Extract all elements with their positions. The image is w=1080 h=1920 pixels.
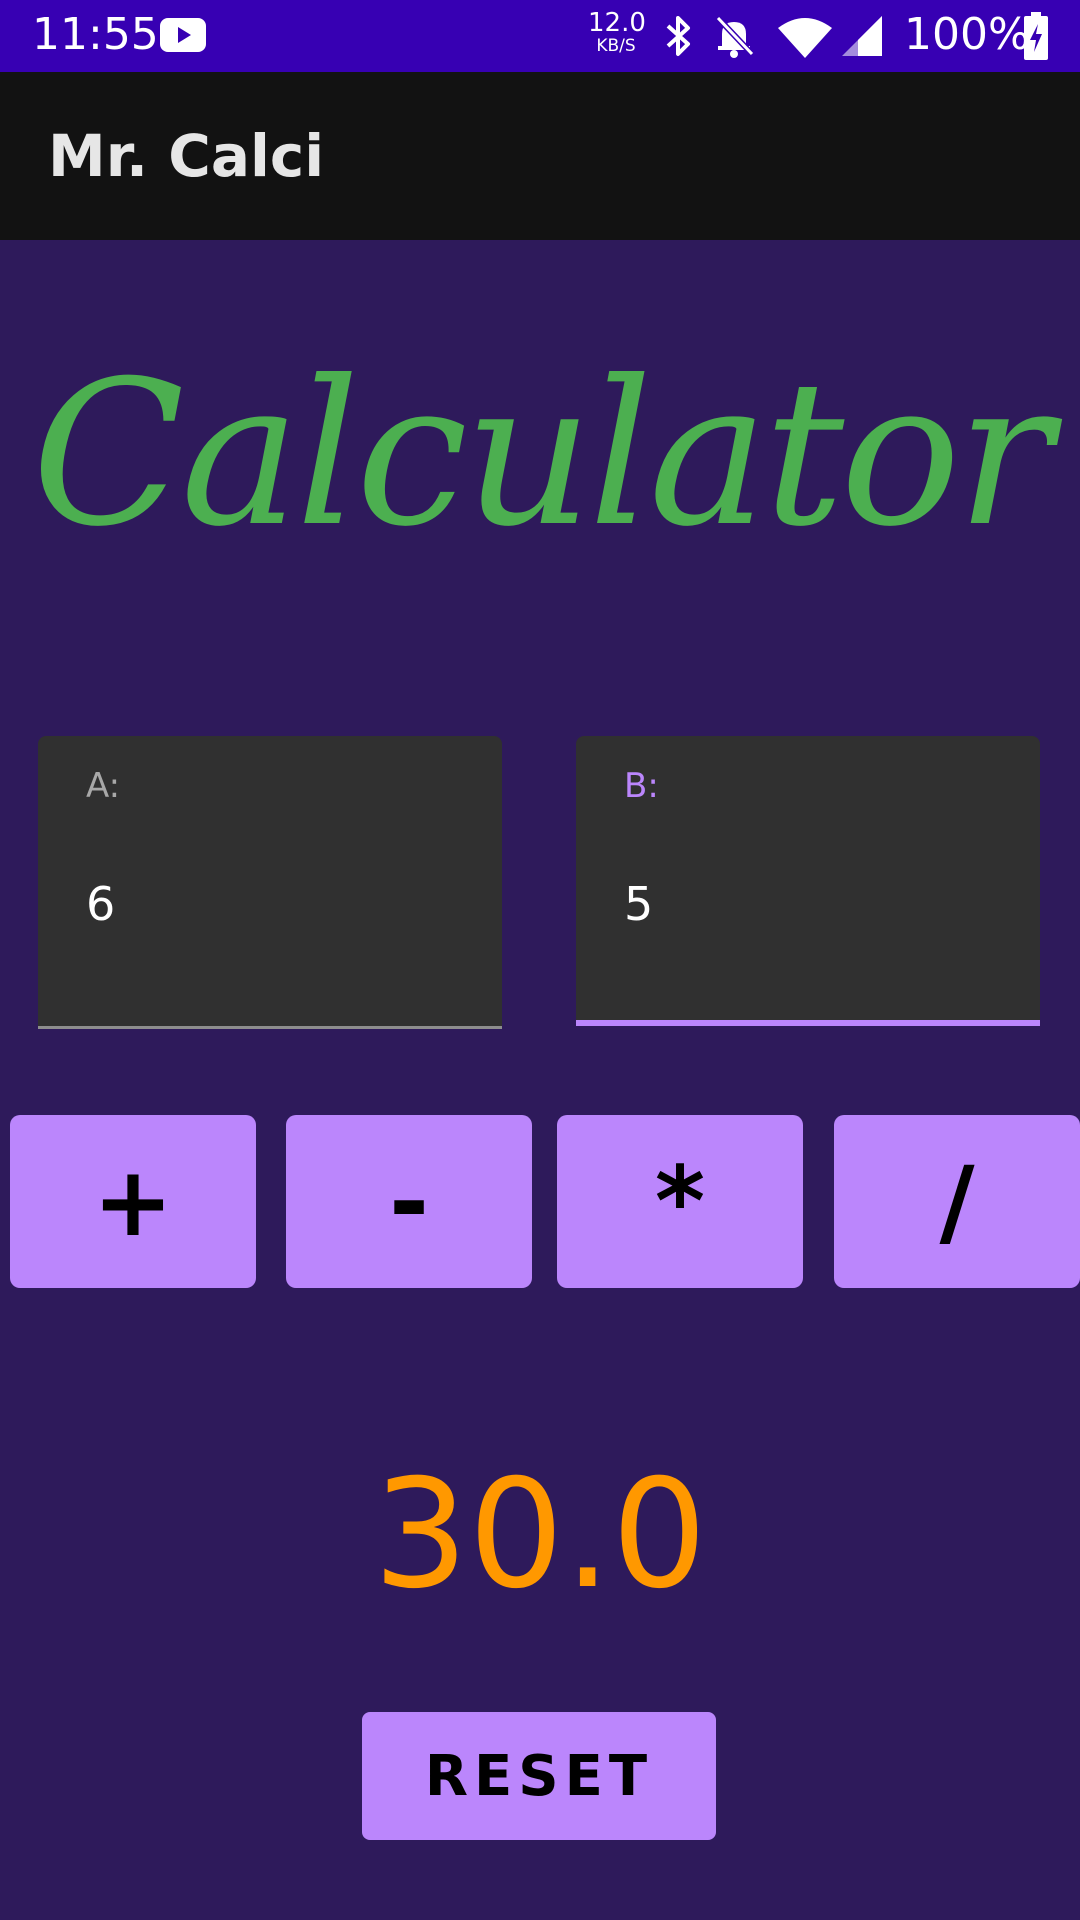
input-b-value[interactable]: 5 [624, 876, 653, 932]
status-time: 11:55 [32, 9, 159, 60]
battery-percent: 100% [904, 9, 1030, 60]
status-bar: 11:55 12.0 KB/S 100% [0, 0, 1080, 72]
input-b-field[interactable]: B: 5 [576, 736, 1040, 1026]
wifi-icon [778, 18, 832, 58]
subtract-button[interactable]: - [286, 1115, 532, 1288]
app-bar: Mr. Calci [0, 72, 1080, 240]
input-a-field[interactable]: A: 6 [38, 736, 502, 1029]
multiply-button[interactable]: * [557, 1115, 803, 1288]
input-a-label: A: [86, 766, 121, 806]
youtube-icon [160, 18, 206, 52]
bluetooth-icon [666, 16, 690, 56]
result-display: 30.0 [373, 1448, 707, 1622]
input-a-value[interactable]: 6 [86, 876, 115, 932]
network-speed: 12.0 KB/S [588, 8, 646, 56]
add-button[interactable]: + [10, 1115, 256, 1288]
mute-icon [715, 15, 754, 58]
signal-icon [842, 16, 882, 56]
reset-button[interactable]: RESET [362, 1712, 716, 1840]
battery-charging-icon [1024, 12, 1048, 60]
calculator-heading: Calculator [31, 338, 1053, 571]
input-b-label: B: [624, 766, 659, 806]
divide-button[interactable]: / [834, 1115, 1080, 1288]
app-title: Mr. Calci [48, 122, 325, 190]
